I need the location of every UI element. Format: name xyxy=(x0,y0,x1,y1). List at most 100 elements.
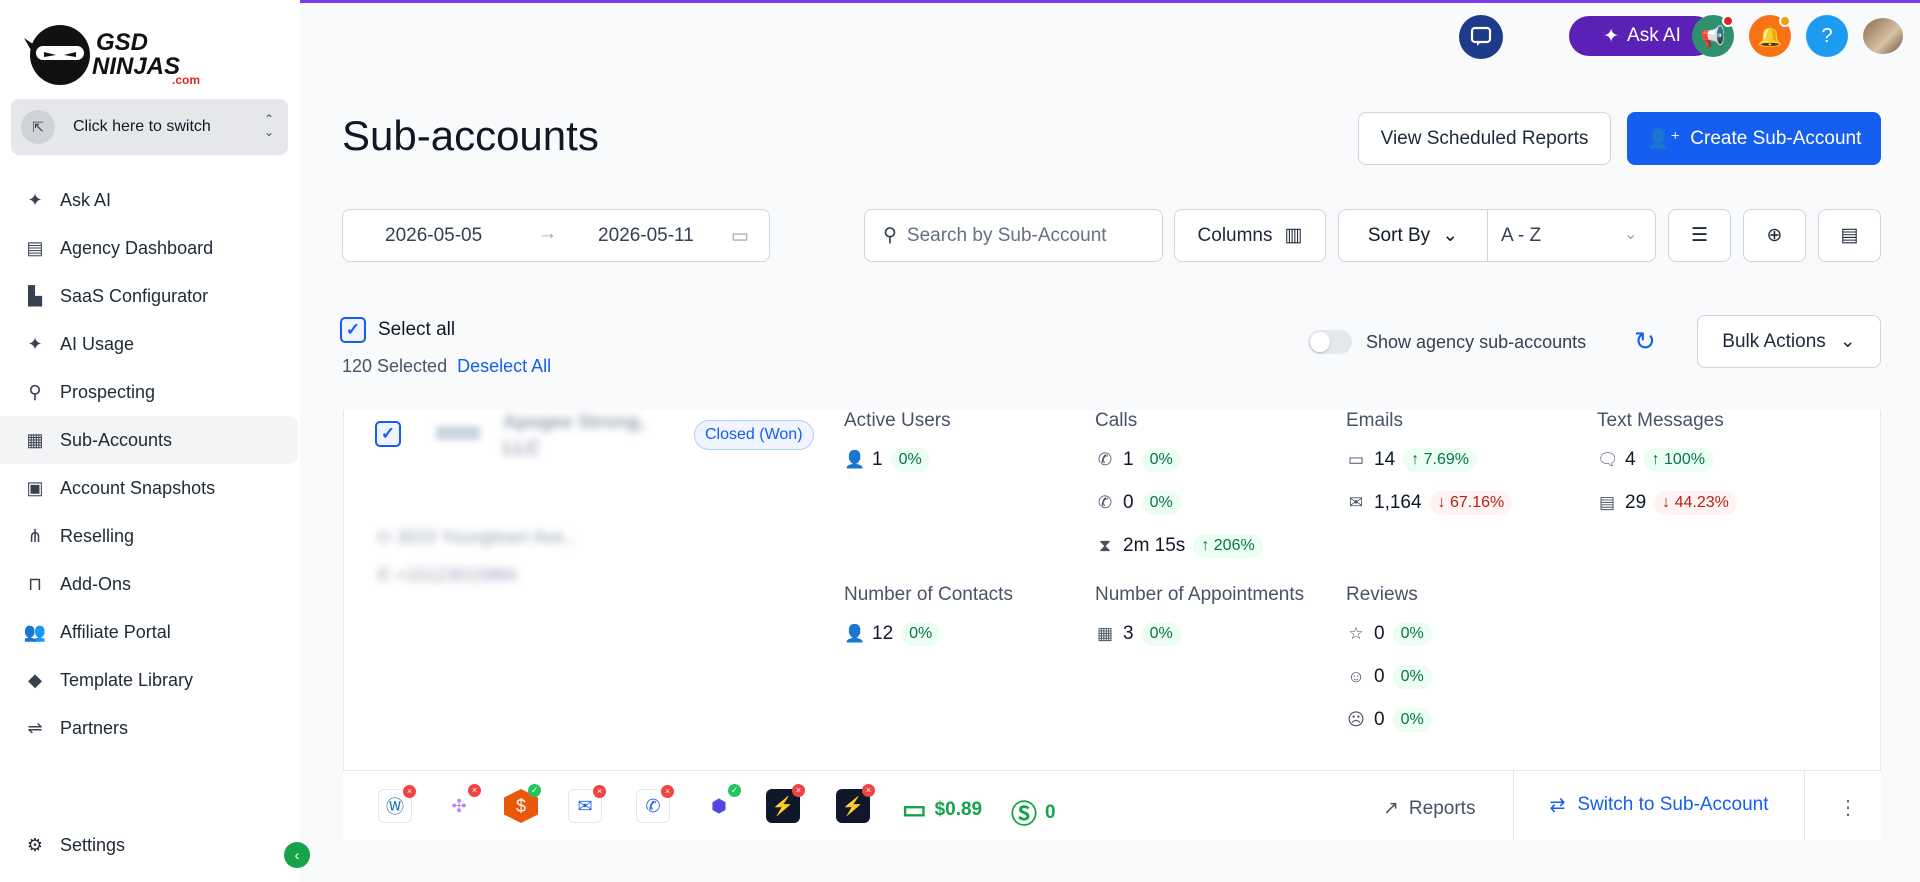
domain-integration-icon[interactable]: ⬢ ✓ xyxy=(702,784,741,823)
phone-outgoing-icon: ✆ xyxy=(1097,493,1113,512)
sidebar-item-ask-ai[interactable]: ✦ Ask AI xyxy=(0,176,300,224)
sort-order-select[interactable]: A - Z xyxy=(1501,225,1541,247)
search-box[interactable]: ⚲ xyxy=(864,209,1163,262)
more-options-icon[interactable]: ⋮ xyxy=(1838,795,1858,820)
change-pill: 0% xyxy=(890,448,930,472)
create-sub-account-button[interactable]: 👤⁺ Create Sub-Account xyxy=(1627,112,1881,165)
texts-received-stat: 🗨 4 ↑ 100% xyxy=(1597,448,1713,472)
sidebar-item-saas-configurator[interactable]: ▙ SaaS Configurator xyxy=(0,272,300,320)
user-avatar[interactable] xyxy=(1863,18,1903,54)
credits-value: 0 xyxy=(1045,801,1056,823)
announcements-button[interactable]: 📢 xyxy=(1692,15,1734,57)
sidebar-item-label: Sub-Accounts xyxy=(60,429,173,450)
button-label: Create Sub-Account xyxy=(1690,127,1862,149)
sort-by-button[interactable]: Sort By ⌄ xyxy=(1339,210,1488,261)
smile-icon: ☺ xyxy=(1347,667,1365,686)
email-integration-icon[interactable]: ✉ × xyxy=(568,785,606,823)
change-value: 7.69% xyxy=(1423,451,1469,468)
bar-chart-icon: ▙ xyxy=(28,285,42,306)
sparkle-icon: ✦ xyxy=(27,333,43,354)
reports-button[interactable]: ↗ Reports xyxy=(1383,797,1475,820)
stat-value: 0 xyxy=(1123,492,1134,513)
stat-value: 1 xyxy=(872,449,883,470)
date-range-picker[interactable]: 2026-05-05 → 2026-05-11 ▭ xyxy=(342,209,770,262)
calls-title: Calls xyxy=(1095,410,1138,431)
search-input[interactable] xyxy=(906,224,1147,247)
view-scheduled-reports-button[interactable]: View Scheduled Reports xyxy=(1358,112,1611,165)
card-checkbox[interactable]: ✓ xyxy=(375,421,401,447)
download-button[interactable]: ⊕ xyxy=(1743,209,1806,262)
date-end[interactable]: 2026-05-11 xyxy=(598,225,694,247)
brand-logo[interactable]: GSD NINJAS .com xyxy=(22,18,222,88)
sidebar-item-label: Affiliate Portal xyxy=(60,621,171,642)
reports-label: Reports xyxy=(1408,797,1476,819)
sidebar-item-template-library[interactable]: ◆ Template Library xyxy=(0,656,300,704)
button-label: Bulk Actions xyxy=(1722,330,1826,352)
chat-icon xyxy=(1470,26,1492,46)
sidebar-item-add-ons[interactable]: ⊓ Add-Ons xyxy=(0,560,300,608)
filter-button[interactable]: ☰ xyxy=(1668,209,1731,262)
row-checkbox[interactable]: ✓ xyxy=(375,421,401,447)
stat-value: 14 xyxy=(1374,449,1396,470)
hourglass-icon: ⧗ xyxy=(1099,536,1111,555)
select-all[interactable]: ✓ Select all xyxy=(340,317,455,343)
change-pill: 0% xyxy=(1141,622,1181,646)
show-agency-toggle-row: Show agency sub-accounts xyxy=(1308,330,1586,354)
change-pill: ↓ 44.23% xyxy=(1654,491,1737,515)
collapse-sidebar-button[interactable]: ‹ xyxy=(284,842,310,868)
sidebar-item-affiliate-portal[interactable]: 👥 Affiliate Portal xyxy=(0,608,300,656)
deselect-all-link[interactable]: Deselect All xyxy=(457,356,551,376)
help-button[interactable]: ? xyxy=(1806,15,1848,57)
sidebar-item-label: Template Library xyxy=(60,669,194,690)
view-toggle-button[interactable]: ▤ xyxy=(1818,209,1881,262)
show-agency-label: Show agency sub-accounts xyxy=(1366,331,1587,352)
help-icon: ? xyxy=(1821,24,1833,47)
sidebar-item-reselling[interactable]: ⋔ Reselling xyxy=(0,512,300,560)
page-title: Sub-accounts xyxy=(342,112,599,159)
stat-value: 1,164 xyxy=(1374,492,1422,513)
pointer-icon: ⇱ xyxy=(21,110,55,144)
chevron-left-icon: ‹ xyxy=(294,846,300,864)
notifications-button[interactable]: 🔔 xyxy=(1749,15,1791,57)
switch-to-sub-account-button[interactable]: ⇄ Switch to Sub-Account xyxy=(1513,770,1805,840)
snapshot-icon: ▣ xyxy=(26,477,44,498)
chat-widget-button[interactable] xyxy=(1459,15,1503,59)
bell-icon: 🔔 xyxy=(1757,25,1783,48)
error-badge: × xyxy=(792,784,805,797)
sidebar-item-settings[interactable]: ⚙ Settings xyxy=(22,832,125,858)
columns-button[interactable]: Columns ▥ xyxy=(1174,209,1326,262)
bulk-actions-button[interactable]: Bulk Actions ⌄ xyxy=(1697,315,1881,368)
select-all-checkbox[interactable]: ✓ xyxy=(340,317,366,343)
social-planner-integration-icon[interactable]: ⚡ × xyxy=(836,784,875,823)
contacts-title: Number of Contacts xyxy=(844,584,1013,605)
sidebar-item-partners[interactable]: ⇌ Partners xyxy=(0,704,300,737)
account-switcher[interactable]: ⇱ Click here to switch ⌃ ⌄ xyxy=(11,99,288,155)
ok-badge: ✓ xyxy=(728,784,741,797)
sidebar-item-prospecting[interactable]: ⚲ Prospecting xyxy=(0,368,300,416)
workflow-integration-icon[interactable]: ✣ × xyxy=(442,784,481,823)
active-users-title: Active Users xyxy=(844,410,951,431)
change-value: 100% xyxy=(1664,451,1705,468)
appointments-stat: ▦ 3 0% xyxy=(1095,622,1181,646)
social-integration-icon[interactable]: ⚡ × xyxy=(766,784,805,823)
sidebar-nav: ✦ Ask AI ▤ Agency Dashboard ▙ SaaS Configur… xyxy=(0,176,300,736)
select-all-label: Select all xyxy=(378,319,456,340)
sidebar-item-ai-usage[interactable]: ✦ AI Usage xyxy=(0,320,300,368)
dashboard-icon: ▤ xyxy=(26,237,44,258)
account-name[interactable]: Apogee Strong, LLC xyxy=(503,410,653,462)
selection-summary: 120 Selected Deselect All xyxy=(342,356,551,377)
stat-value: 29 xyxy=(1625,492,1647,513)
emails-received-stat: ▭ 14 ↑ 7.69% xyxy=(1346,448,1477,472)
sidebar-item-sub-accounts[interactable]: ▦ Sub-Accounts xyxy=(0,416,298,464)
history-icon[interactable]: ↻ xyxy=(1634,326,1656,357)
sidebar-item-account-snapshots[interactable]: ▣ Account Snapshots xyxy=(0,464,300,512)
sidebar-item-label: Ask AI xyxy=(60,189,112,210)
sidebar-item-agency-dashboard[interactable]: ▤ Agency Dashboard xyxy=(0,224,300,272)
show-agency-toggle[interactable] xyxy=(1308,330,1352,354)
emails-sent-stat: ✉ 1,164 ↓ 67.16% xyxy=(1346,491,1513,515)
bag-icon: ⊓ xyxy=(27,573,43,594)
wordpress-integration-icon[interactable]: Ⓦ × xyxy=(378,785,416,823)
svg-text:GSD: GSD xyxy=(96,29,148,56)
phone-integration-icon[interactable]: ✆ × xyxy=(636,785,674,823)
date-start[interactable]: 2026-05-05 xyxy=(385,225,482,247)
